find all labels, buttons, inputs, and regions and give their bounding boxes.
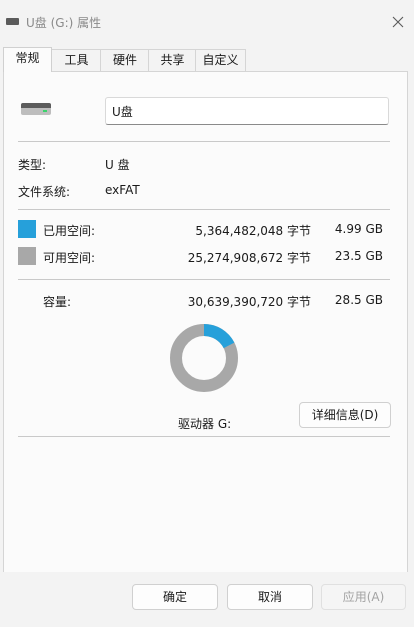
tab-hardware[interactable]: 硬件: [100, 49, 150, 71]
tab-tools[interactable]: 工具: [51, 49, 102, 71]
free-space-bytes: 25,274,908,672 字节: [187, 251, 311, 265]
title-bar: U盘 (G:) 属性: [0, 0, 414, 44]
dialog-footer: 确定 取消 应用(A): [0, 572, 414, 627]
used-space-bytes: 5,364,482,048 字节: [195, 224, 311, 238]
free-space-swatch: [18, 247, 36, 265]
drive-name-input[interactable]: [105, 97, 389, 125]
drive-icon: [6, 18, 19, 25]
filesystem-label: 文件系统:: [18, 185, 71, 199]
window-title: U盘 (G:) 属性: [26, 16, 102, 30]
close-icon: [392, 16, 404, 28]
details-button[interactable]: 详细信息(D): [299, 402, 391, 428]
used-space-swatch: [18, 220, 36, 238]
divider: [18, 279, 390, 280]
general-panel: 类型: U 盘 文件系统: exFAT 已用空间: 5,364,482,048 …: [3, 71, 408, 573]
ok-button[interactable]: 确定: [132, 584, 218, 610]
filesystem-value: exFAT: [105, 183, 140, 197]
close-button[interactable]: [386, 10, 410, 34]
capacity-label: 容量:: [43, 295, 72, 309]
free-space-size: 23.5 GB: [334, 249, 383, 263]
usb-drive-icon: [21, 103, 51, 115]
cancel-button[interactable]: 取消: [227, 584, 313, 610]
tab-general[interactable]: 常规: [3, 47, 52, 72]
drive-letter-label: 驱动器 G:: [178, 417, 232, 431]
type-label: 类型:: [18, 158, 47, 172]
divider: [18, 141, 390, 142]
tab-sharing[interactable]: 共享: [148, 49, 197, 71]
type-value: U 盘: [105, 158, 130, 172]
divider: [18, 436, 390, 437]
capacity-bytes: 30,639,390,720 字节: [187, 295, 311, 309]
divider: [18, 209, 390, 210]
tab-customize[interactable]: 自定义: [195, 49, 246, 71]
capacity-size: 28.5 GB: [334, 293, 383, 307]
usage-donut-chart: [170, 324, 238, 392]
free-space-label: 可用空间:: [43, 251, 96, 265]
apply-button[interactable]: 应用(A): [321, 584, 406, 610]
used-space-label: 已用空间:: [43, 224, 96, 238]
used-space-size: 4.99 GB: [334, 222, 383, 236]
